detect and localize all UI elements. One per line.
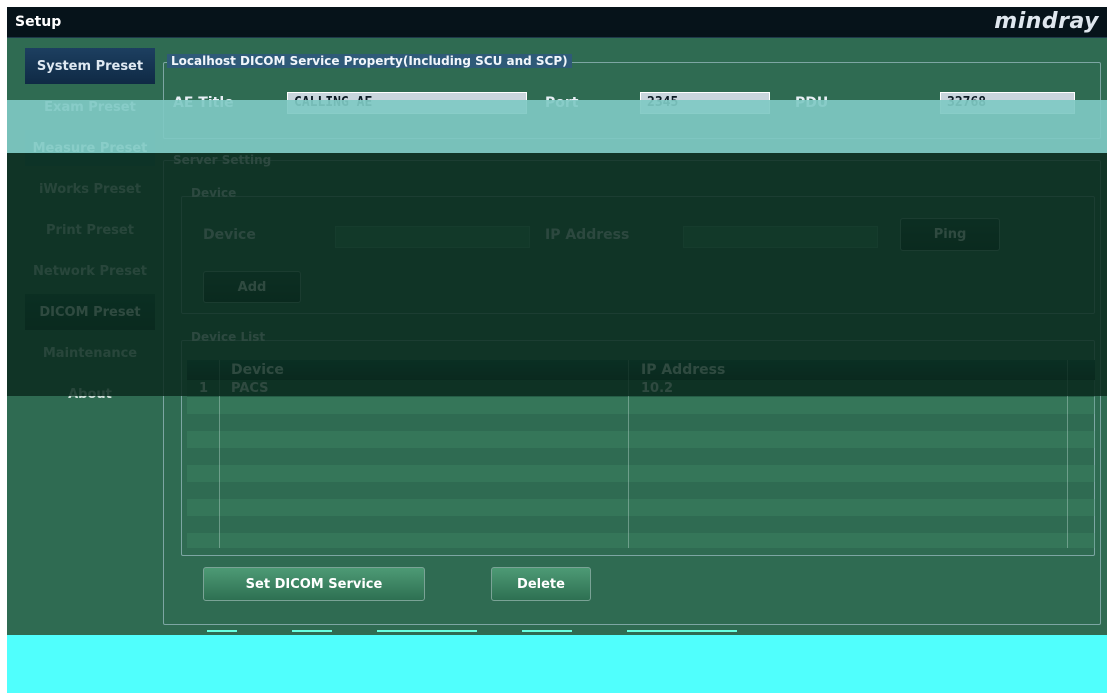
row-device: PACS bbox=[231, 381, 269, 396]
nav-item-label: System Preset bbox=[36, 58, 144, 74]
add-button[interactable]: Add bbox=[203, 271, 301, 303]
port-label: Port bbox=[545, 95, 579, 111]
device-label: Device bbox=[203, 227, 256, 243]
column-divider bbox=[1067, 360, 1068, 548]
table-row-bg bbox=[187, 465, 1095, 482]
table-row-bg bbox=[187, 431, 1095, 448]
row-ip-address: 10.2 bbox=[641, 381, 674, 396]
nav-item-label: Exam Preset bbox=[44, 99, 136, 115]
window-title: Setup bbox=[15, 14, 62, 30]
nav-dicom-preset[interactable]: DICOM Preset bbox=[25, 294, 155, 330]
device-group bbox=[181, 196, 1095, 314]
table-row-bg bbox=[187, 533, 1095, 548]
nav-network-preset[interactable]: Network Preset bbox=[25, 253, 155, 289]
preset-sidebar: System Preset Exam Preset Measure Preset… bbox=[7, 38, 157, 637]
nav-measure-preset[interactable]: Measure Preset bbox=[25, 130, 155, 166]
nav-system-preset[interactable]: System Preset bbox=[25, 48, 155, 84]
device-list-table: Device IP Address 1 PACS 10.2 bbox=[187, 360, 1095, 548]
nav-item-label: iWorks Preset bbox=[38, 181, 142, 197]
nav-about[interactable]: About bbox=[25, 376, 155, 412]
table-row-bg bbox=[187, 499, 1095, 516]
nav-print-preset[interactable]: Print Preset bbox=[25, 212, 155, 248]
nav-maintenance[interactable]: Maintenance bbox=[25, 335, 155, 371]
delete-button[interactable]: Delete bbox=[491, 567, 591, 601]
ping-button[interactable]: Ping bbox=[900, 218, 1000, 251]
pdu-field[interactable]: 32768 bbox=[940, 92, 1075, 114]
column-header-ip-address: IP Address bbox=[641, 362, 726, 378]
nav-item-label: About bbox=[68, 386, 112, 402]
ip-address-input[interactable] bbox=[683, 226, 878, 248]
nav-item-label: DICOM Preset bbox=[39, 304, 141, 320]
mindray-logo: mindray bbox=[994, 9, 1099, 34]
ae-title-label: AE Title bbox=[173, 95, 234, 111]
device-name-input[interactable] bbox=[335, 226, 530, 248]
device-list-legend: Device List bbox=[191, 330, 266, 344]
nav-item-label: Measure Preset bbox=[32, 140, 148, 156]
setup-window: Setup mindray System Preset Exam Preset … bbox=[7, 7, 1107, 693]
ip-address-label: IP Address bbox=[545, 227, 630, 243]
device-group-legend: Device bbox=[191, 186, 237, 200]
nav-item-label: Network Preset bbox=[33, 263, 147, 279]
dicom-preset-panel: Localhost DICOM Service Property(Includi… bbox=[155, 38, 1107, 637]
set-dicom-service-button[interactable]: Set DICOM Service bbox=[203, 567, 425, 601]
localhost-property-legend: Localhost DICOM Service Property(Includi… bbox=[167, 54, 572, 68]
title-bar: Setup mindray bbox=[7, 7, 1107, 38]
nav-item-label: Maintenance bbox=[42, 345, 138, 361]
row-index: 1 bbox=[199, 381, 209, 396]
display-glitch-band bbox=[7, 635, 1107, 693]
table-header: Device IP Address bbox=[187, 360, 1095, 380]
column-divider bbox=[219, 360, 220, 548]
server-setting-legend: Server Setting bbox=[173, 153, 272, 167]
column-header-device: Device bbox=[231, 362, 284, 378]
nav-item-label: Print Preset bbox=[46, 222, 134, 238]
nav-exam-preset[interactable]: Exam Preset bbox=[25, 89, 155, 125]
port-field[interactable]: 2345 bbox=[640, 92, 770, 114]
nav-iworks-preset[interactable]: iWorks Preset bbox=[25, 171, 155, 207]
ae-title-field[interactable]: CALLING AE bbox=[287, 92, 527, 114]
pdu-label: PDU bbox=[795, 95, 829, 111]
table-row[interactable]: 1 PACS 10.2 bbox=[187, 380, 1095, 397]
table-row-bg bbox=[187, 397, 1095, 414]
column-divider bbox=[628, 360, 629, 548]
